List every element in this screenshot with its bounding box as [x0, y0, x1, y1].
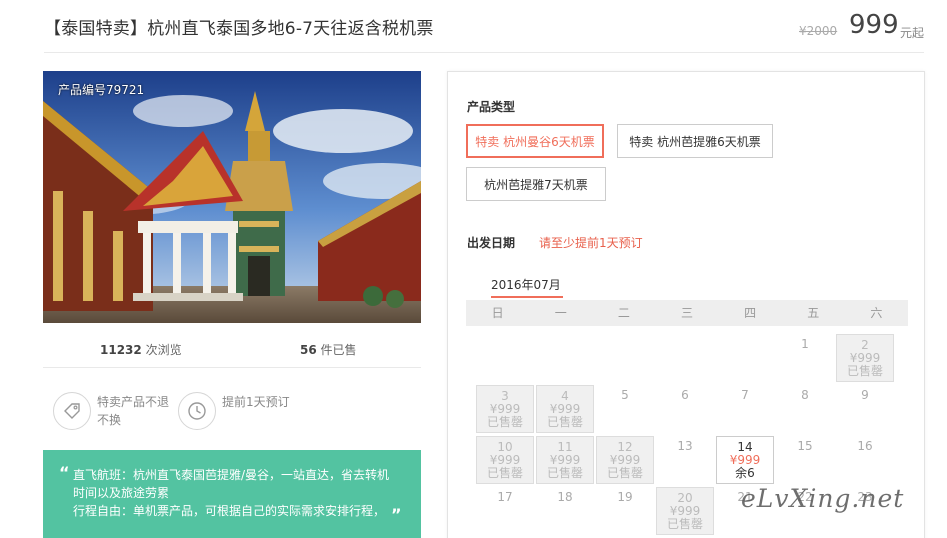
- product-left-column: 产品编号79721 11232 次浏览 56 件已售 特卖产品不退不换 提前1天…: [43, 71, 421, 538]
- product-number: 产品编号79721: [58, 83, 145, 97]
- product-notes: “ 直飞航班：杭州直飞泰国芭提雅/曼谷，一站直达，省去转机时间以及旅途劳累 行程…: [43, 450, 421, 538]
- price: 999: [849, 10, 899, 40]
- weekday-thu: 四: [744, 306, 757, 320]
- calendar-day-7: 7: [716, 385, 774, 433]
- calendar-day-soldout: 已售罄: [546, 466, 583, 480]
- original-price: ¥2000: [799, 24, 838, 38]
- calendar-day-number: 17: [497, 490, 513, 504]
- calendar-day-soldout: 已售罄: [606, 466, 643, 480]
- booking-panel: 产品类型 特卖 杭州曼谷6天机票 特卖 杭州芭提雅6天机票 杭州芭提雅7天机票 …: [447, 71, 925, 538]
- calendar-day-number: 16: [857, 439, 873, 453]
- header-divider: [44, 52, 924, 53]
- departure-date-hint: 请至少提前1天预订: [539, 236, 643, 250]
- calendar-day-number: 15: [797, 439, 813, 453]
- calendar-day-15: 15: [776, 436, 834, 484]
- calendar-day-17: 17: [476, 487, 534, 535]
- calendar-day-10: 10 ¥999 已售罄: [476, 436, 534, 484]
- calendar-day-soldout: 已售罄: [486, 466, 523, 480]
- calendar-day-5: 5: [596, 385, 654, 433]
- calendar-day-remaining: 余6: [735, 466, 755, 480]
- calendar-day-20: 20 ¥999 已售罄: [656, 487, 714, 535]
- views-label: 次浏览: [145, 343, 182, 357]
- calendar-day-19: 19: [596, 487, 654, 535]
- calendar-day-11: 11 ¥999 已售罄: [536, 436, 594, 484]
- calendar-day-number: 7: [741, 388, 749, 402]
- calendar-day-13: 13: [656, 436, 714, 484]
- calendar-weekday-header: 日 一 二 三 四 五 六: [466, 300, 908, 326]
- tag-icon: [53, 392, 91, 430]
- calendar-day-soldout: 已售罄: [546, 415, 583, 429]
- month-tab[interactable]: 2016年07月: [491, 276, 561, 293]
- calendar-day-number: 5: [621, 388, 629, 402]
- calendar-day-number: 19: [617, 490, 633, 504]
- calendar-day-8: 8: [776, 385, 834, 433]
- weekday-sun: 日: [491, 306, 504, 320]
- sold-stat: 56 件已售: [300, 341, 357, 358]
- price-unit: 元起: [900, 26, 925, 40]
- calendar-day-16: 16: [836, 436, 894, 484]
- month-tab-underline: [491, 296, 563, 298]
- calendar-day-number: 1: [801, 337, 809, 351]
- feature-advance-booking-text: 提前1天预订: [222, 395, 290, 409]
- product-stats: 11232 次浏览 56 件已售: [43, 333, 421, 363]
- site-watermark: eLvXing.net: [741, 484, 905, 513]
- product-type-option-pattaya-7d[interactable]: 杭州芭提雅7天机票: [466, 167, 606, 201]
- calendar-day-1: 1: [776, 334, 834, 382]
- views-stat: 11232 次浏览: [100, 341, 182, 358]
- calendar-day-soldout: 已售罄: [846, 364, 883, 378]
- stats-divider: [43, 367, 421, 368]
- calendar-day-14[interactable]: 14 ¥999 余6: [716, 436, 774, 484]
- product-photo[interactable]: 产品编号79721: [43, 71, 421, 323]
- product-type-option-bangkok-6d[interactable]: 特卖 杭州曼谷6天机票: [466, 124, 604, 158]
- calendar-day-number: 9: [861, 388, 869, 402]
- calendar-day-number: 8: [801, 388, 809, 402]
- calendar-day-soldout: 已售罄: [486, 415, 523, 429]
- feature-no-refund-text: 特卖产品不退不换: [97, 395, 170, 427]
- clock-icon: [178, 392, 216, 430]
- calendar-day-number: 13: [677, 439, 693, 453]
- calendar-day-4: 4 ¥999 已售罄: [536, 385, 594, 433]
- product-type-label: 产品类型: [467, 100, 516, 114]
- product-type-option-pattaya-6d[interactable]: 特卖 杭州芭提雅6天机票: [617, 124, 773, 158]
- views-count: 11232: [100, 343, 142, 357]
- weekday-tue: 二: [617, 306, 630, 320]
- calendar-day-3: 3 ¥999 已售罄: [476, 385, 534, 433]
- notes-line-2: 行程自由：单机票产品，可根据自己的实际需求安排行程，: [73, 504, 386, 518]
- calendar-day-2: 2 ¥999 已售罄: [836, 334, 894, 382]
- product-title: 【泰国特卖】杭州直飞泰国多地6-7天往返含税机票: [44, 19, 434, 39]
- calendar-day-number: 18: [557, 490, 573, 504]
- calendar-day-18: 18: [536, 487, 594, 535]
- weekday-wed: 三: [680, 306, 693, 320]
- sold-label: 件已售: [320, 343, 357, 357]
- departure-date-label: 出发日期: [467, 236, 516, 250]
- calendar-day-12: 12 ¥999 已售罄: [596, 436, 654, 484]
- calendar-day-6: 6: [656, 385, 714, 433]
- calendar-day-number: 6: [681, 388, 689, 402]
- weekday-mon: 一: [554, 306, 567, 320]
- open-quote-icon: “: [59, 463, 70, 482]
- calendar-day-soldout: 已售罄: [666, 517, 703, 531]
- product-header: 【泰国特卖】杭州直飞泰国多地6-7天往返含税机票 ¥2000 999 元起: [0, 0, 947, 56]
- temple-photo-image: [43, 71, 421, 323]
- sold-count: 56: [300, 343, 317, 357]
- weekday-sat: 六: [870, 306, 883, 320]
- calendar-day-9: 9: [836, 385, 894, 433]
- weekday-fri: 五: [807, 306, 820, 320]
- close-quote-icon: ”: [391, 505, 402, 524]
- notes-line-1: 直飞航班：杭州直飞泰国芭提雅/曼谷，一站直达，省去转机时间以及旅途劳累: [73, 468, 390, 500]
